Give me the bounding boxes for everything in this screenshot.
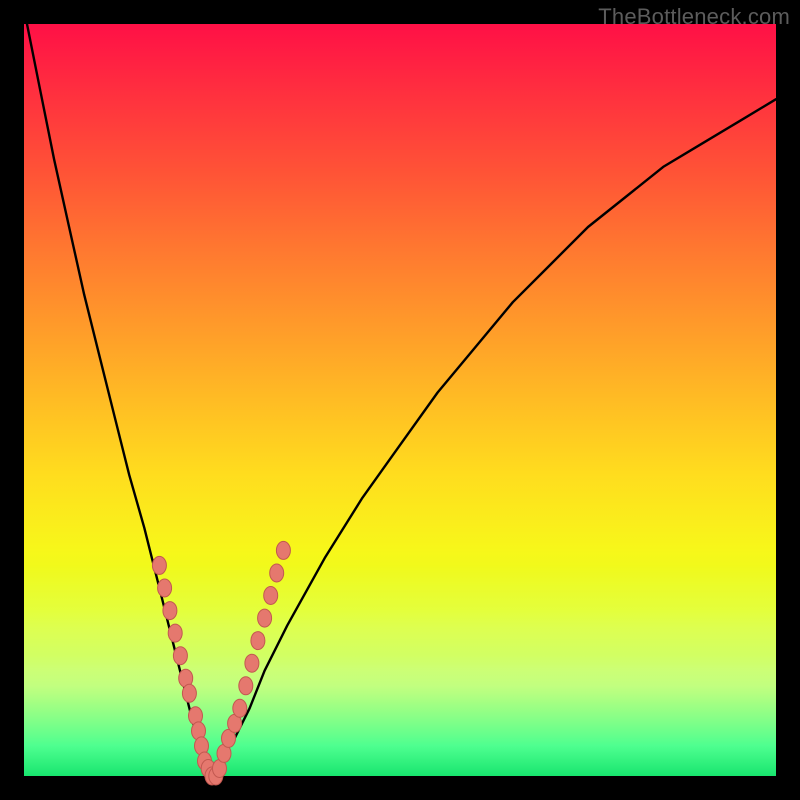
- bottleneck-curve: [24, 9, 776, 776]
- marker-dot: [264, 587, 278, 605]
- marker-dot: [182, 684, 196, 702]
- marker-dot: [239, 677, 253, 695]
- attribution-label: TheBottleneck.com: [598, 4, 790, 30]
- marker-dot: [173, 647, 187, 665]
- marker-dot: [168, 624, 182, 642]
- marker-dot: [270, 564, 284, 582]
- marker-dot: [251, 632, 265, 650]
- chart-svg: [24, 24, 776, 776]
- marker-dot: [158, 579, 172, 597]
- marker-dot: [233, 699, 247, 717]
- marker-dot: [276, 541, 290, 559]
- marker-dot: [163, 602, 177, 620]
- chart-plot-area: [24, 24, 776, 776]
- marker-dot: [258, 609, 272, 627]
- marker-dot: [152, 556, 166, 574]
- marker-dot: [245, 654, 259, 672]
